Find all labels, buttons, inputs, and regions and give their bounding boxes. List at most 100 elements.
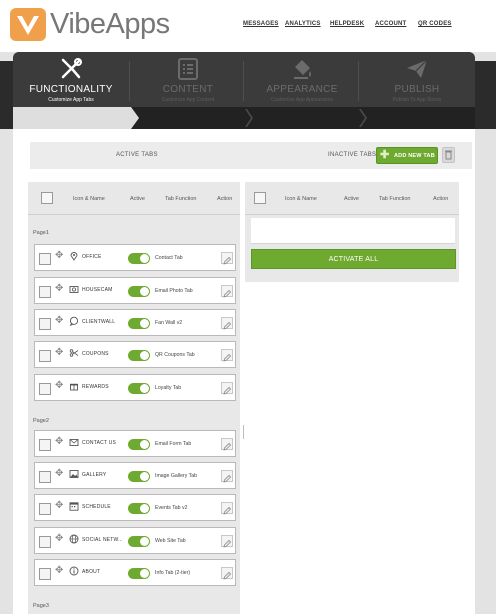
edit-button[interactable] bbox=[221, 470, 233, 483]
tab-name: SCHEDULE bbox=[82, 504, 111, 510]
row-checkbox[interactable] bbox=[39, 471, 51, 483]
active-toggle[interactable] bbox=[128, 568, 150, 579]
row-checkbox[interactable] bbox=[39, 536, 51, 548]
activate-all-button[interactable]: ACTIVATE ALL bbox=[251, 249, 456, 269]
drag-handle-icon[interactable]: ✥ bbox=[55, 500, 63, 511]
edit-button[interactable] bbox=[221, 382, 233, 395]
active-toggle[interactable] bbox=[128, 253, 150, 264]
edit-button[interactable] bbox=[221, 285, 233, 298]
tab-name: COUPONS bbox=[82, 351, 109, 357]
inactive-tabs-dropzone[interactable] bbox=[251, 218, 455, 244]
tab-function: Fan Wall v2 bbox=[155, 320, 183, 326]
top-header: VibeApps MESSAGES ANALYTICS HELPDESK ACC… bbox=[0, 0, 496, 52]
row-checkbox[interactable] bbox=[39, 568, 51, 580]
active-tabs-label: ACTIVE TABS bbox=[116, 152, 158, 158]
column-icon-name: Icon & Name bbox=[73, 196, 105, 202]
row-checkbox[interactable] bbox=[39, 253, 51, 265]
row-checkbox[interactable] bbox=[39, 439, 51, 451]
nav-analytics[interactable]: ANALYTICS bbox=[285, 21, 321, 27]
step-appearance[interactable]: APPEARANCE Customize App Appearance bbox=[244, 52, 360, 107]
drag-handle-icon[interactable]: ✥ bbox=[55, 436, 63, 447]
active-toggle[interactable] bbox=[128, 471, 150, 482]
row-checkbox[interactable] bbox=[39, 286, 51, 298]
edit-button[interactable] bbox=[221, 317, 233, 330]
table-row[interactable]: ✥ REWARDS Loyalty Tab bbox=[34, 374, 236, 401]
active-toggle[interactable] bbox=[128, 350, 150, 361]
steps-bar: FUNCTIONALITY Customize App Tabs CONTENT… bbox=[13, 52, 475, 107]
edit-button[interactable] bbox=[221, 349, 233, 362]
table-row[interactable]: ✥ SCHEDULE Events Tab v2 bbox=[34, 494, 236, 521]
step-title: PUBLISH bbox=[394, 84, 440, 95]
active-toggle[interactable] bbox=[128, 318, 150, 329]
select-all-active-checkbox[interactable] bbox=[41, 192, 53, 204]
edit-button[interactable] bbox=[221, 535, 233, 548]
vibeapps-logo-icon[interactable] bbox=[10, 8, 46, 41]
drag-handle-icon[interactable]: ✥ bbox=[55, 468, 63, 479]
drag-handle-icon[interactable]: ✥ bbox=[55, 565, 63, 576]
edit-button[interactable] bbox=[221, 252, 233, 265]
tab-function: Info Tab (2-tier) bbox=[155, 570, 191, 576]
camera-icon bbox=[69, 286, 79, 293]
tab-name: GALLERY bbox=[82, 472, 107, 478]
tab-function: Contact Tab bbox=[155, 255, 183, 261]
pencil-icon bbox=[223, 571, 232, 580]
nav-messages[interactable]: MESSAGES bbox=[243, 21, 279, 27]
table-row[interactable]: ✥ SOCIAL NETW... Web Site Tab bbox=[34, 527, 236, 554]
row-checkbox[interactable] bbox=[39, 318, 51, 330]
tab-name: SOCIAL NETW... bbox=[82, 537, 122, 543]
active-toggle[interactable] bbox=[128, 439, 150, 450]
nav-helpdesk[interactable]: HELPDESK bbox=[330, 21, 364, 27]
table-row[interactable]: ✥ GALLERY Image Gallery Tab bbox=[34, 462, 236, 489]
drag-handle-icon[interactable]: ✥ bbox=[55, 533, 63, 544]
active-toggle[interactable] bbox=[128, 503, 150, 514]
panel-splitter[interactable] bbox=[243, 425, 244, 439]
row-checkbox[interactable] bbox=[39, 383, 51, 395]
edit-button[interactable] bbox=[221, 502, 233, 515]
select-all-inactive-checkbox[interactable] bbox=[254, 192, 266, 204]
step-title: CONTENT bbox=[162, 84, 214, 95]
brand-name[interactable]: VibeApps bbox=[50, 8, 170, 41]
tab-name: HOUSECAM bbox=[82, 287, 113, 293]
page-label: Page3 bbox=[33, 603, 49, 609]
trash-button[interactable] bbox=[442, 147, 455, 163]
add-new-tab-button[interactable]: ✚ ADD NEW TAB bbox=[376, 147, 438, 164]
active-toggle[interactable] bbox=[128, 536, 150, 547]
step-title: FUNCTIONALITY bbox=[29, 84, 113, 95]
nav-qr-codes[interactable]: QR CODES bbox=[418, 21, 452, 27]
drag-handle-icon[interactable]: ✥ bbox=[55, 283, 63, 294]
drag-handle-icon[interactable]: ✥ bbox=[55, 380, 63, 391]
active-toggle[interactable] bbox=[128, 286, 150, 297]
table-row[interactable]: ✥ HOUSECAM Email Photo Tab bbox=[34, 277, 236, 304]
nav-account[interactable]: ACCOUNT bbox=[375, 21, 406, 27]
step-content[interactable]: CONTENT Customize App Content bbox=[130, 52, 246, 107]
list-icon bbox=[178, 58, 198, 80]
tab-name: ABOUT bbox=[82, 569, 101, 575]
row-checkbox[interactable] bbox=[39, 350, 51, 362]
info-icon bbox=[69, 566, 79, 576]
gift-icon bbox=[70, 383, 78, 391]
row-checkbox[interactable] bbox=[39, 503, 51, 515]
tab-name: CONTACT US bbox=[82, 440, 117, 446]
paint-bucket-icon bbox=[294, 60, 311, 79]
chat-bubble-icon bbox=[69, 316, 79, 326]
step-functionality[interactable]: FUNCTIONALITY Customize App Tabs bbox=[13, 52, 129, 107]
edit-button[interactable] bbox=[221, 438, 233, 451]
active-toggle[interactable] bbox=[128, 383, 150, 394]
pencil-icon bbox=[223, 289, 232, 298]
table-row[interactable]: ✥ ABOUT Info Tab (2-tier) bbox=[34, 559, 236, 586]
step-subtitle: Customize App Tabs bbox=[48, 97, 94, 103]
pencil-icon bbox=[223, 256, 232, 265]
column-tab-function: Tab Function bbox=[165, 196, 197, 202]
step-progress-bar bbox=[13, 107, 475, 129]
trash-icon bbox=[445, 150, 452, 160]
step-publish[interactable]: PUBLISH Publish To App Stores bbox=[359, 52, 475, 107]
edit-button[interactable] bbox=[221, 567, 233, 580]
drag-handle-icon[interactable]: ✥ bbox=[55, 315, 63, 326]
table-row[interactable]: ✥ OFFICE Contact Tab bbox=[34, 244, 236, 271]
drag-handle-icon[interactable]: ✥ bbox=[55, 250, 63, 261]
drag-handle-icon[interactable]: ✥ bbox=[55, 347, 63, 358]
step-title: APPEARANCE bbox=[266, 84, 338, 95]
table-row[interactable]: ✥ COUPONS QR Coupons Tab bbox=[34, 341, 236, 368]
table-row[interactable]: ✥ CLIENTWALL Fan Wall v2 bbox=[34, 309, 236, 336]
table-row[interactable]: ✥ CONTACT US Email Form Tab bbox=[34, 430, 236, 457]
